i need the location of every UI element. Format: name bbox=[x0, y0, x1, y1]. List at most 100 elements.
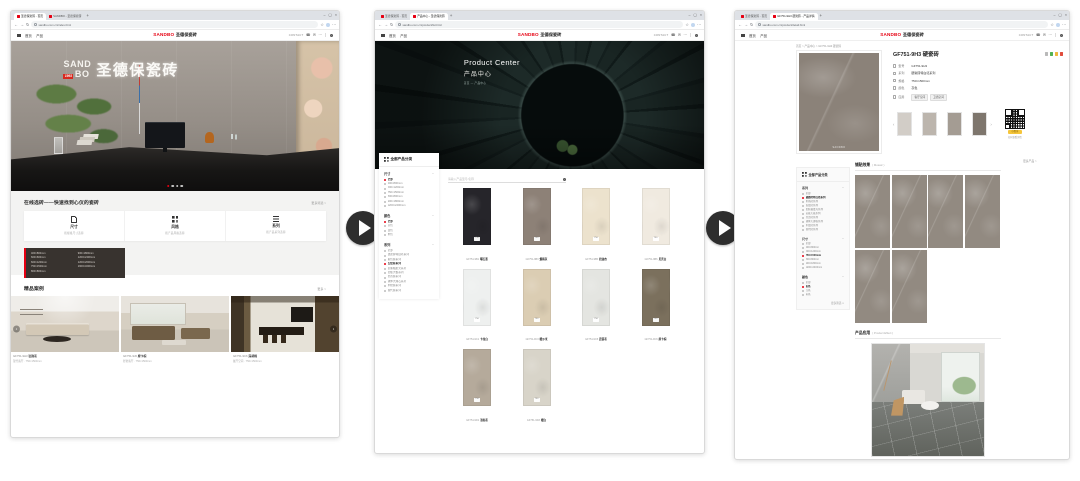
profile-avatar[interactable] bbox=[1056, 23, 1060, 27]
wechat-share-icon[interactable] bbox=[1050, 52, 1053, 55]
nav-link-products[interactable]: 产品 bbox=[36, 33, 43, 38]
product-card[interactable]: 750 GF751-9D1浅驼灰 bbox=[463, 349, 491, 426]
product-card[interactable]: 750 GF751-9B5奶油杏 bbox=[582, 188, 610, 265]
url-box[interactable]: sandbo.com.cn/product/detail.html bbox=[755, 21, 1048, 28]
product-card[interactable]: 750 GF751-9B3烟雨灰 bbox=[523, 188, 551, 265]
contact-link[interactable]: CONTACT bbox=[654, 33, 669, 37]
carousel-next-icon[interactable]: › bbox=[990, 122, 991, 127]
maximize-button[interactable]: ▢ bbox=[693, 11, 696, 19]
forward-icon[interactable]: → bbox=[20, 20, 24, 30]
breadcrumb[interactable]: 首页 > 产品中心 > GF751-9H3 硬瓷砖 bbox=[796, 44, 841, 48]
minimize-button[interactable]: – bbox=[323, 11, 325, 19]
tab-home[interactable]: 圣德保瓷砖 - 首页 bbox=[738, 13, 770, 20]
phone-icon[interactable]: ☎ bbox=[671, 30, 675, 41]
profile-avatar[interactable] bbox=[691, 23, 695, 27]
nav-link-products[interactable]: 产品 bbox=[400, 33, 407, 38]
phone-icon[interactable]: ☎ bbox=[306, 30, 310, 41]
share-more-icon[interactable] bbox=[1045, 52, 1048, 55]
browser-menu-icon[interactable]: ⋯ bbox=[697, 20, 701, 30]
qq-share-icon[interactable] bbox=[1060, 52, 1063, 55]
product-card[interactable]: 750 GF751-9C6摩卡棕 bbox=[642, 269, 670, 346]
weibo-share-icon[interactable] bbox=[1055, 52, 1058, 55]
filter-option[interactable]: 1200×2400mm bbox=[802, 266, 844, 270]
product-card[interactable]: 750 GF751-9D3暖白 bbox=[523, 349, 551, 426]
nav-link-home[interactable]: 首页 bbox=[389, 33, 396, 38]
maximize-button[interactable]: ▢ bbox=[328, 11, 331, 19]
search-input[interactable] bbox=[448, 177, 561, 181]
browser-menu-icon[interactable]: ⋯ bbox=[332, 20, 336, 30]
application-tag[interactable]: 客厅空间 bbox=[911, 94, 928, 101]
reload-icon[interactable]: ↻ bbox=[390, 20, 393, 30]
new-tab-button[interactable]: + bbox=[86, 12, 89, 20]
collapse-icon[interactable]: − bbox=[432, 243, 434, 247]
color-swatch[interactable] bbox=[922, 112, 937, 136]
color-swatch[interactable] bbox=[972, 112, 987, 136]
size-option[interactable]: 800×800mm bbox=[31, 270, 72, 275]
tab-secondary[interactable]: SANDBO - 圣德保瓷砖 bbox=[46, 13, 84, 20]
collapse-icon[interactable]: − bbox=[842, 275, 844, 279]
product-card[interactable]: 750 GF751-9B1曜石黑 bbox=[463, 188, 491, 265]
mail-icon[interactable]: ✉ bbox=[678, 30, 681, 41]
product-card[interactable]: 750 GF751-9C1卡拉白 bbox=[463, 269, 491, 346]
color-swatch[interactable] bbox=[947, 112, 962, 136]
close-button[interactable]: × bbox=[1065, 11, 1067, 19]
bookmark-star-icon[interactable]: ☆ bbox=[1050, 20, 1054, 30]
bookmark-star-icon[interactable]: ☆ bbox=[320, 20, 324, 30]
more-products-link[interactable]: 更多产品 > bbox=[1023, 159, 1037, 163]
search-icon[interactable] bbox=[695, 34, 698, 37]
more-icon[interactable]: ⋯ bbox=[683, 30, 687, 41]
carousel-dot[interactable] bbox=[180, 185, 182, 187]
collapse-icon[interactable]: − bbox=[842, 186, 844, 190]
product-tile-image[interactable]: SANDBO bbox=[799, 53, 879, 151]
site-info-icon[interactable] bbox=[34, 23, 37, 26]
menu-icon[interactable] bbox=[381, 34, 385, 37]
hero-carousel[interactable]: SAND 1993 BO 圣德保瓷砖 bbox=[11, 41, 339, 191]
more-cases-link[interactable]: 更多 > bbox=[317, 287, 326, 291]
search-icon[interactable] bbox=[330, 34, 333, 37]
forward-icon[interactable]: → bbox=[744, 20, 748, 30]
site-info-icon[interactable] bbox=[758, 23, 761, 26]
carousel-prev-icon[interactable]: ‹ bbox=[893, 122, 894, 127]
collapse-icon[interactable]: − bbox=[432, 214, 434, 218]
case-item[interactable]: GF751-9H3 岩韵灰 现代客厅 · 750×1500mm bbox=[11, 296, 119, 363]
application-tag[interactable]: 卫浴空间 bbox=[930, 94, 947, 101]
mail-icon[interactable]: ✉ bbox=[1043, 30, 1046, 41]
nav-link-home[interactable]: 首页 bbox=[749, 33, 756, 38]
menu-icon[interactable] bbox=[741, 34, 745, 37]
reload-icon[interactable]: ↻ bbox=[26, 20, 29, 30]
product-card[interactable]: 750 GF751-9C3暖沙米 bbox=[523, 269, 551, 346]
case-item[interactable]: GF751-9C6 深胡桃 餐厅空间 · 750×1500mm bbox=[231, 296, 339, 363]
collapse-icon[interactable]: − bbox=[432, 172, 434, 176]
color-swatch[interactable] bbox=[897, 112, 912, 136]
bookmark-star-icon[interactable]: ☆ bbox=[685, 20, 689, 30]
profile-avatar[interactable] bbox=[326, 23, 330, 27]
filter-option[interactable]: 1200×2400mm bbox=[384, 204, 434, 208]
contact-link[interactable]: CONTACT bbox=[289, 33, 304, 37]
product-card[interactable]: 750 GF751-9B6贝壳白 bbox=[642, 188, 670, 265]
close-button[interactable]: × bbox=[335, 11, 337, 19]
browser-menu-icon[interactable]: ⋯ bbox=[1062, 20, 1066, 30]
filter-option[interactable]: 米色 bbox=[384, 233, 434, 237]
carousel-dot[interactable] bbox=[172, 185, 174, 187]
finder-card-style[interactable]: 风格 按产品风格选砖 bbox=[125, 211, 226, 241]
new-tab-button[interactable]: + bbox=[450, 12, 453, 20]
site-logo[interactable]: SANDBO 圣德保瓷砖 bbox=[518, 32, 562, 38]
product-card[interactable]: 750 GF751-9C5晨雾灰 bbox=[582, 269, 610, 346]
forward-icon[interactable]: → bbox=[384, 20, 388, 30]
nav-link-home[interactable]: 首页 bbox=[25, 33, 32, 38]
site-logo[interactable]: SANDBO 圣德保瓷砖 bbox=[153, 32, 197, 38]
url-box[interactable]: sandbo.com.cn/index.html bbox=[31, 21, 318, 28]
filter-option[interactable]: 现代砖系列 bbox=[384, 289, 434, 293]
close-button[interactable]: × bbox=[700, 11, 702, 19]
more-icon[interactable]: ⋯ bbox=[318, 30, 322, 41]
site-logo[interactable]: SANDBO 圣德保瓷砖 bbox=[880, 32, 924, 38]
finder-card-size[interactable]: 尺寸 按规格尺寸选砖 bbox=[24, 211, 125, 241]
gallery-next-icon[interactable]: › bbox=[330, 326, 337, 333]
mail-icon[interactable]: ✉ bbox=[313, 30, 316, 41]
maximize-button[interactable]: ▢ bbox=[1058, 11, 1061, 19]
filter-option[interactable]: 现代砖系列 bbox=[802, 228, 844, 232]
filter-option[interactable]: 米色 bbox=[802, 293, 844, 297]
size-option[interactable]: 1600×3200mm bbox=[78, 265, 120, 270]
minimize-button[interactable]: – bbox=[1053, 11, 1055, 19]
contact-link[interactable]: CONTACT bbox=[1019, 33, 1034, 37]
